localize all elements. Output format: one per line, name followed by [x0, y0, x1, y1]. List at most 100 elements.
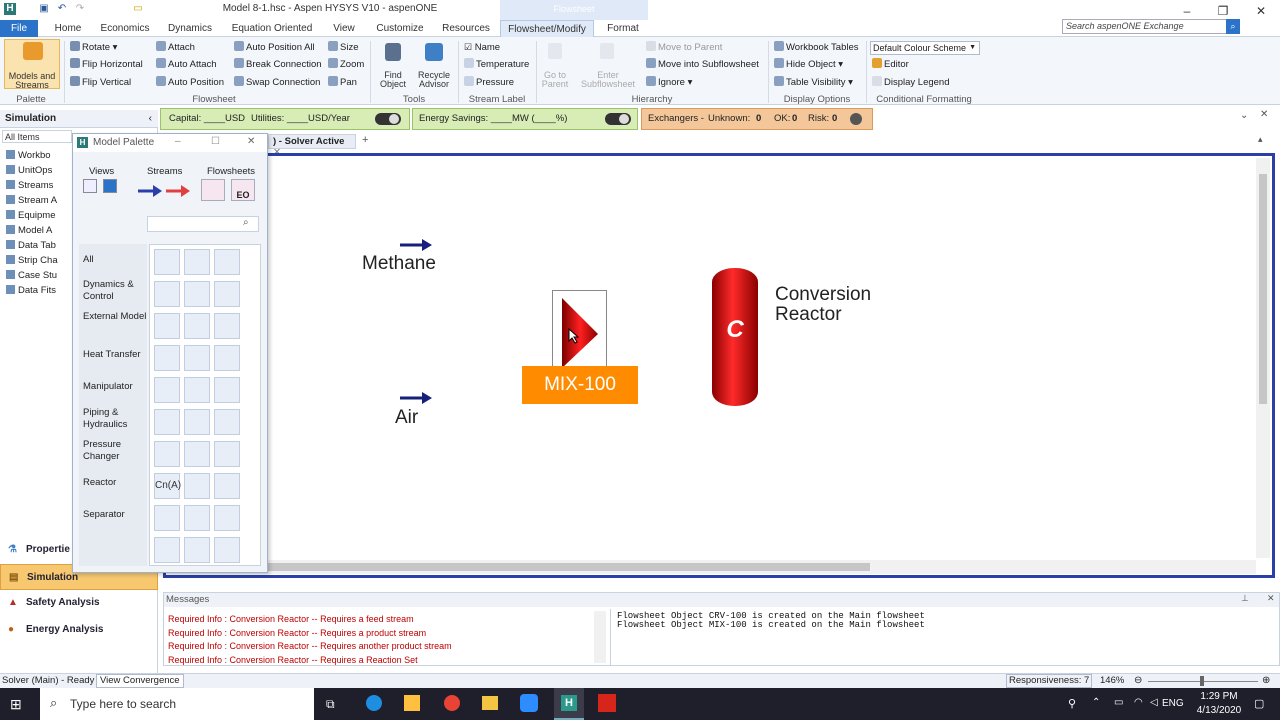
size-button[interactable]: Size — [328, 41, 358, 54]
auto-position-button[interactable]: Auto Position — [156, 76, 224, 89]
economics-toggle[interactable] — [375, 113, 401, 125]
restore-button[interactable]: ❐ — [1208, 2, 1238, 20]
zoom-button[interactable]: Zoom — [328, 58, 364, 71]
category-manipulator[interactable]: Manipulator — [83, 381, 147, 393]
category-external-model[interactable]: External Model — [83, 311, 147, 323]
balance-unit-icon[interactable] — [214, 441, 240, 467]
pin-icon[interactable]: ⊥ — [1241, 593, 1249, 604]
editor-button[interactable]: Editor — [872, 58, 909, 71]
volume-icon[interactable]: ◁ — [1150, 697, 1158, 708]
set-unit-icon[interactable] — [184, 409, 210, 435]
table-unit-icon[interactable] — [184, 441, 210, 467]
pipe-segment-unit-icon[interactable] — [154, 441, 180, 467]
tab-customize[interactable]: Customize — [372, 20, 428, 37]
notifications-icon[interactable]: ▢ — [1254, 697, 1264, 710]
cooler-unit-icon[interactable] — [154, 377, 180, 403]
minimize-button[interactable]: – — [1172, 2, 1202, 20]
zoom-slider[interactable] — [1148, 676, 1258, 686]
file-explorer-icon[interactable] — [482, 696, 498, 710]
reboiled-absorber-icon[interactable] — [184, 537, 210, 563]
tree-item-model-analysis[interactable]: Model A — [6, 225, 52, 236]
category-separator[interactable]: Separator — [83, 509, 147, 521]
absorber-unit-icon[interactable] — [214, 473, 240, 499]
lng-exchanger-unit-icon[interactable] — [154, 505, 180, 531]
column-unit-icon[interactable] — [214, 313, 240, 339]
add-tab-icon[interactable]: + — [362, 134, 368, 146]
enter-subflowsheet-button[interactable]: Enter Subflowsheet — [578, 41, 638, 89]
flip-vertical-button[interactable]: Flip Vertical — [70, 76, 131, 89]
search-icon[interactable]: ⌕ — [243, 217, 249, 228]
tree-item-stream-analysis[interactable]: Stream A — [6, 195, 57, 206]
taskbar-search-input[interactable]: ⌕ Type here to search — [40, 688, 314, 720]
tree-item-data-tables[interactable]: Data Tab — [6, 240, 56, 251]
recycle-unit-icon[interactable] — [214, 249, 240, 275]
spreadsheet-unit-icon[interactable] — [214, 377, 240, 403]
move-into-subflowsheet-button[interactable]: Move into Subflowsheet — [646, 58, 759, 71]
vertical-scrollbar[interactable] — [1256, 158, 1270, 558]
flip-horizontal-button[interactable]: Flip Horizontal — [70, 58, 143, 71]
edge-browser-icon[interactable] — [366, 695, 382, 711]
category-all[interactable]: All — [83, 254, 147, 266]
component-splitter-icon[interactable]: Cn(A) — [154, 473, 181, 499]
name-checkbox[interactable]: ☑ Name — [464, 41, 500, 54]
view-convergence-button[interactable]: View Convergence — [96, 674, 184, 688]
close-icon[interactable]: ✕ — [247, 136, 255, 147]
methane-label[interactable]: Methane — [362, 253, 436, 275]
methane-stream-arrow[interactable] — [398, 236, 438, 254]
tree-item-streams[interactable]: Streams — [6, 180, 53, 191]
expander-unit-icon[interactable] — [154, 345, 180, 371]
energy-toggle[interactable] — [605, 113, 631, 125]
pressure-button[interactable]: Pressure — [464, 76, 514, 89]
colour-scheme-select[interactable]: Default Colour Scheme ▼ — [870, 41, 980, 55]
category-heat-transfer[interactable]: Heat Transfer — [83, 349, 147, 361]
mixer-label[interactable]: MIX-100 — [522, 366, 638, 404]
material-stream-icon[interactable] — [137, 184, 163, 198]
tab-resources[interactable]: Resources — [440, 20, 492, 37]
close-button[interactable]: ✕ — [1246, 2, 1276, 20]
refluxed-absorber-icon[interactable] — [214, 537, 240, 563]
wifi-icon[interactable]: ◠ — [1134, 697, 1143, 708]
tab-flowsheet-modify[interactable]: Flowsheet/Modify — [500, 20, 594, 37]
tab-format[interactable]: Format — [602, 20, 644, 37]
separator-unit-icon[interactable] — [184, 313, 210, 339]
go-to-parent-button[interactable]: Go to Parent — [540, 41, 570, 89]
horizontal-scrollbar[interactable] — [166, 560, 1256, 574]
store-icon[interactable] — [404, 695, 420, 711]
grid-view-icon[interactable] — [103, 179, 117, 193]
heater-unit-icon[interactable] — [154, 409, 180, 435]
palette-titlebar[interactable]: H Model Palette – ☐ ✕ — [73, 134, 267, 152]
tab-file[interactable]: File — [0, 20, 38, 37]
tree-item-data-fits[interactable]: Data Fits — [6, 285, 56, 296]
search-input[interactable]: Search aspenONE Exchange — [1062, 19, 1240, 34]
tab-view[interactable]: View — [328, 20, 360, 37]
break-connection-button[interactable]: Break Connection — [234, 58, 322, 71]
tab-economics[interactable]: Economics — [100, 20, 150, 37]
ignore-button[interactable]: Ignore ▾ — [646, 76, 692, 89]
workbook-tables-button[interactable]: Workbook Tables — [774, 41, 859, 54]
hide-object-button[interactable]: Hide Object ▾ — [774, 58, 843, 71]
chevron-up-icon[interactable]: ⌃ — [1092, 697, 1100, 708]
adjust-unit-icon[interactable] — [214, 409, 240, 435]
clock-date[interactable]: 4/13/2020 — [1190, 705, 1248, 716]
tab-dynamics[interactable]: Dynamics — [166, 20, 214, 37]
tank-unit-icon[interactable] — [184, 345, 210, 371]
models-and-streams-button[interactable]: Models and Streams — [4, 39, 60, 90]
nav-energy-analysis-button[interactable]: ● Energy Analysis — [0, 617, 158, 643]
clock-time[interactable]: 1:29 PM — [1196, 691, 1242, 702]
responsiveness[interactable]: Responsiveness: 7 — [1006, 674, 1093, 688]
nav-safety-analysis-button[interactable]: ▲ Safety Analysis — [0, 590, 158, 616]
zoom-app-icon[interactable] — [520, 694, 538, 712]
category-reactor[interactable]: Reactor — [83, 477, 147, 489]
tab-equation-oriented[interactable]: Equation Oriented — [228, 20, 316, 37]
reactor-unit-icon[interactable] — [214, 345, 240, 371]
attach-button[interactable]: Attach — [156, 41, 195, 54]
tab-pfd-solver-active[interactable]: ) - Solver Active ✕ — [268, 134, 356, 158]
search-icon[interactable]: ⌕ — [1226, 19, 1240, 34]
close-icon[interactable]: ✕ — [1260, 109, 1268, 120]
find-object-button[interactable]: Find Object — [376, 41, 410, 89]
maximize-icon[interactable]: ☐ — [211, 136, 220, 147]
category-piping-hydraulics[interactable]: Piping & Hydraulics — [83, 407, 147, 431]
tree-item-workbook[interactable]: Workbo — [6, 150, 51, 161]
recycle-advisor-button[interactable]: Recycle Advisor — [414, 41, 454, 89]
nav-filter[interactable]: All Items — [2, 130, 72, 143]
